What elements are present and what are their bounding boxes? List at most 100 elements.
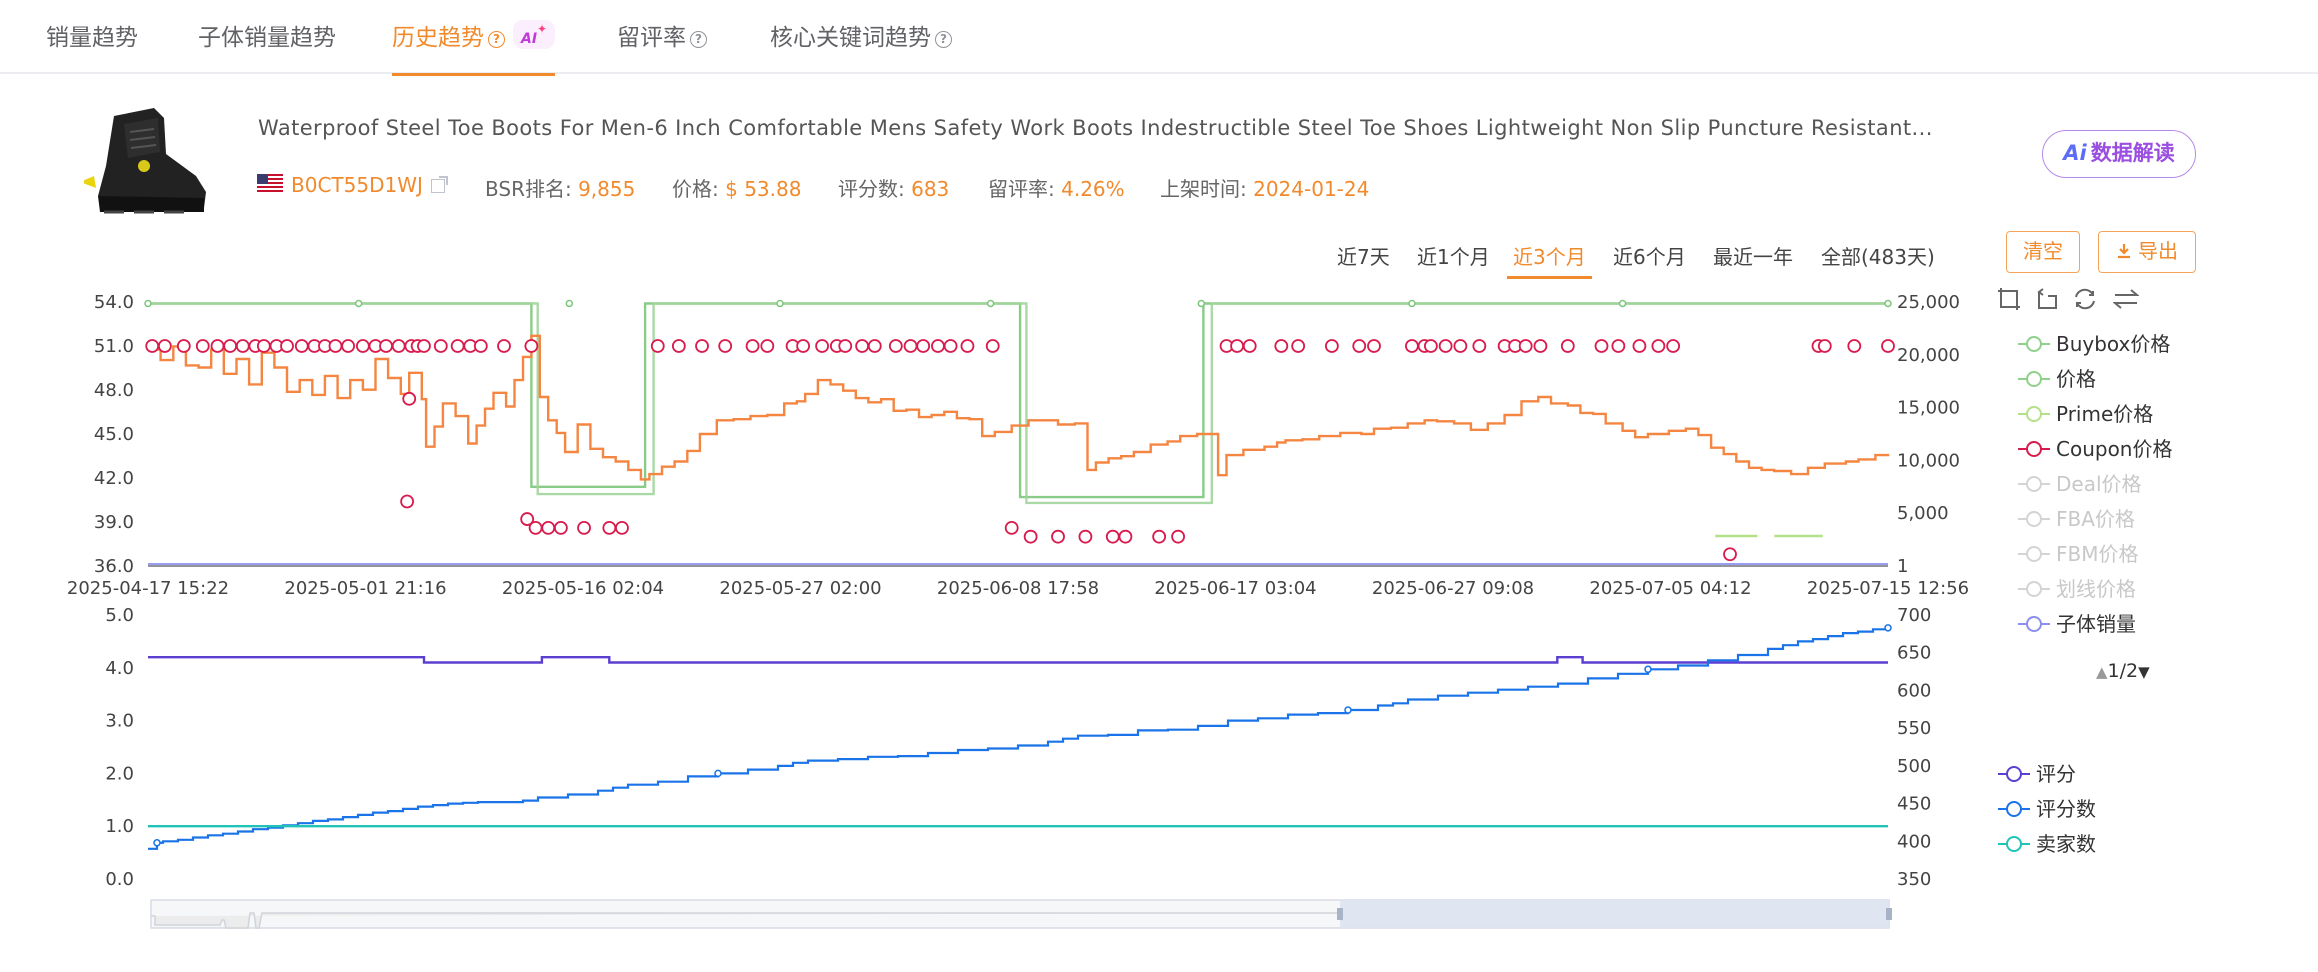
coupon-point <box>1423 339 1438 353</box>
zoom-right-handle[interactable] <box>1886 908 1892 920</box>
coupon-point <box>210 339 225 353</box>
zoom-selected-range[interactable] <box>1340 900 1889 928</box>
switch-chart-icon[interactable] <box>2113 286 2139 312</box>
external-link-icon[interactable] <box>430 176 448 193</box>
export-button[interactable]: 导出 <box>2098 231 2196 273</box>
coupon-point <box>1219 339 1234 353</box>
sparkle-icon: ✦ <box>537 22 548 36</box>
coupon-point <box>433 339 448 353</box>
rating-count-point <box>1644 665 1652 674</box>
legend-marker-icon <box>1998 834 2030 854</box>
coupon-point <box>760 339 775 353</box>
rating-count-point <box>1344 706 1352 714</box>
y-right-tick-label: 650 <box>1897 643 1931 664</box>
coupon-point <box>985 339 1000 353</box>
coupon-point <box>1242 339 1257 353</box>
legend-fbm-price[interactable]: FBM价格 <box>2018 538 2138 566</box>
rating-count-point <box>714 769 722 778</box>
coupon-point <box>157 339 172 353</box>
legend-marker-icon <box>2018 334 2050 354</box>
y-right-tick-label: 400 <box>1897 831 1931 852</box>
x-tick-label: 2025-05-27 02:00 <box>719 578 881 599</box>
coupon-point <box>280 339 294 353</box>
coupon-point <box>294 339 309 353</box>
range-7d[interactable]: 近7天 <box>1337 241 1390 270</box>
help-icon[interactable]: ? <box>935 31 952 48</box>
range-all[interactable]: 全部(483天) <box>1821 241 1935 270</box>
legend-marker-icon <box>2018 544 2050 564</box>
price-point <box>1884 299 1892 308</box>
page-down-icon[interactable]: ▼ <box>2138 663 2150 681</box>
range-1m[interactable]: 近1个月 <box>1417 241 1490 270</box>
legend-marker-icon <box>2018 614 2050 634</box>
coupon-point <box>1508 339 1523 353</box>
download-icon <box>2118 244 2130 259</box>
coupon-point <box>745 339 760 353</box>
coupon-point <box>1171 529 1185 544</box>
clear-button[interactable]: 清空 <box>2006 231 2080 273</box>
coupon-point <box>223 339 238 353</box>
coupon-point <box>943 339 958 353</box>
coupon-point <box>520 512 535 526</box>
legend-buybox-price[interactable]: Buybox价格 <box>2018 328 2170 356</box>
coupon-point <box>1417 339 1432 353</box>
range-1y[interactable]: 最近一年 <box>1713 241 1793 270</box>
coupon-point <box>1666 339 1681 353</box>
bsr-rank: BSR排名: 9,855 <box>485 177 636 201</box>
tab-history-trend[interactable]: 历史趋势? AI✦ <box>392 18 556 76</box>
legend-seller-count[interactable]: 卖家数 <box>1998 828 2096 856</box>
legend-price[interactable]: 价格 <box>2018 363 2096 391</box>
zoom-area-icon[interactable] <box>1996 286 2022 312</box>
coupon-point <box>473 339 488 353</box>
coupon-point <box>931 339 945 353</box>
coupon-point <box>1004 520 1019 535</box>
tab-core-keyword-trend[interactable]: 核心关键词趋势? <box>770 18 952 74</box>
legend-rating-count[interactable]: 评分数 <box>1998 793 2096 821</box>
legend-pager[interactable]: ▲1/2▼ <box>2096 660 2150 682</box>
refresh-icon[interactable] <box>2072 286 2098 312</box>
legend-child-sales[interactable]: 子体销量 <box>2018 608 2136 636</box>
legend-list-price[interactable]: 划线价格 <box>2018 573 2136 601</box>
history-trend-chart: 54.0 51.0 48.0 45.0 42.0 39.0 36.0 25,000 20,000… <box>67 292 1969 929</box>
y-right-tick-label: 500 <box>1897 756 1931 777</box>
y-right-tick-label: 700 <box>1897 605 1931 626</box>
tab-sales-trend[interactable]: 销量趋势 <box>46 18 138 74</box>
ai-data-interpretation-button[interactable]: Ai 数据解读 <box>2042 130 2196 178</box>
product-image[interactable] <box>84 96 214 226</box>
coupon-point <box>195 339 210 353</box>
coupon-point <box>1881 339 1895 353</box>
y-left-tick-label: 3.0 <box>105 711 134 732</box>
y-right-tick-label: 20,000 <box>1897 345 1960 366</box>
coupon-point <box>1274 339 1289 353</box>
coupon-point <box>1367 339 1381 353</box>
coupon-point <box>888 339 903 353</box>
help-icon[interactable]: ? <box>488 31 505 48</box>
product-title[interactable]: Waterproof Steel Toe Boots For Men-6 Inc… <box>258 116 1933 140</box>
page-up-icon[interactable]: ▲ <box>2096 663 2108 681</box>
help-icon[interactable]: ? <box>690 31 707 48</box>
coupon-point <box>1023 529 1038 544</box>
coupon-point <box>463 339 478 353</box>
coupon-point <box>1847 339 1862 353</box>
legend-coupon-price[interactable]: Coupon价格 <box>2018 433 2172 461</box>
coupon-point <box>553 520 568 535</box>
range-6m[interactable]: 近6个月 <box>1613 241 1686 270</box>
coupon-point <box>1324 339 1339 353</box>
price-point <box>1197 299 1206 308</box>
legend-marker-icon <box>2018 509 2050 529</box>
coupon-point <box>1352 339 1367 353</box>
asin-link[interactable]: B0CT55D1WJ <box>291 173 448 197</box>
legend-deal-price[interactable]: Deal价格 <box>2018 468 2142 496</box>
data-zoom-slider[interactable] <box>150 899 1892 929</box>
legend-fba-price[interactable]: FBA价格 <box>2018 503 2135 531</box>
zoom-left-handle[interactable] <box>1337 908 1343 920</box>
y-right-tick-label: 600 <box>1897 680 1931 701</box>
tab-child-sales-trend[interactable]: 子体销量趋势 <box>198 18 336 74</box>
zoom-reset-icon[interactable] <box>2034 286 2060 312</box>
legend-prime-price[interactable]: Prime价格 <box>2018 398 2153 426</box>
legend-rating[interactable]: 评分 <box>1998 758 2076 786</box>
coupon-point <box>145 339 160 353</box>
tab-review-rate[interactable]: 留评率? <box>617 18 707 74</box>
y-left-tick-label: 42.0 <box>94 468 134 489</box>
range-3m[interactable]: 近3个月 <box>1507 241 1592 279</box>
